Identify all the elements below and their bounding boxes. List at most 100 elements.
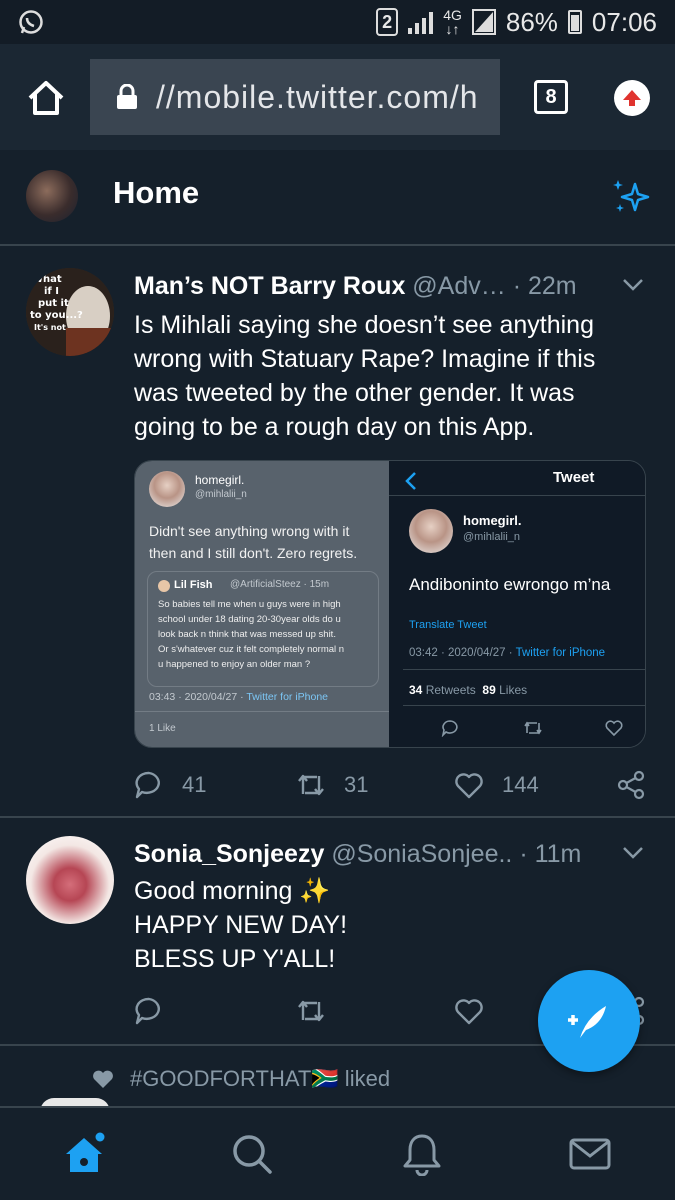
sim-indicator: 2 <box>376 8 399 36</box>
quote-handle: @ArtificialSteez · 15m <box>230 579 330 590</box>
user-handle[interactable]: @Adv… <box>412 272 505 300</box>
retweet-button[interactable] <box>296 996 326 1026</box>
tweet-avatar[interactable] <box>26 836 114 924</box>
home-icon[interactable] <box>62 1132 106 1176</box>
heart-icon <box>93 1070 113 1088</box>
signal-box-icon <box>471 9 496 35</box>
address-bar[interactable]: //mobile.twitter.com/h <box>90 59 500 135</box>
upload-icon[interactable] <box>614 80 650 116</box>
display-name[interactable]: Sonia_Sonjeezy <box>134 840 324 868</box>
avatar-text: What <box>32 274 62 285</box>
search-icon[interactable] <box>230 1132 274 1176</box>
quote-name: Lil Fish <box>174 579 213 591</box>
battery-percent: 86% <box>505 6 558 37</box>
status-bar: 2 4G ↓↑ 86% 07:06 <box>0 0 675 44</box>
embedded-quote: Lil Fish @ArtificialSteez · 15m So babie… <box>147 571 379 687</box>
social-context: #GOODFORTHAT🇿🇦 liked <box>92 1066 390 1092</box>
embedded-text: Andiboninto ewrongo m’na <box>409 575 611 594</box>
retweet-icon <box>524 721 542 735</box>
profile-avatar[interactable] <box>26 170 78 222</box>
embedded-timestamp: 03:42 · 2020/04/27 · Twitter for iPhone <box>409 647 606 659</box>
embedded-timestamp: 03:43 · 2020/04/27 · Twitter for iPhone <box>149 691 329 703</box>
translate-link: Translate Tweet <box>409 619 487 631</box>
retweet-icon <box>298 774 324 796</box>
quote-line: So babies tell me when u guys were in hi… <box>158 599 341 610</box>
quote-line: u happened to enjoy an older man ? <box>158 659 311 670</box>
embedded-text: Didn't see anything wrong with it <box>149 523 350 539</box>
tabs-button[interactable]: 8 <box>534 80 568 114</box>
back-arrow-icon <box>405 472 416 490</box>
page-title: Home <box>113 175 200 210</box>
network-type: 4G ↓↑ <box>443 7 462 37</box>
share-icon <box>617 770 645 800</box>
embedded-avatar <box>409 509 453 553</box>
clock: 07:06 <box>591 6 657 37</box>
quote-line: look back n think that was messed up shi… <box>158 629 336 640</box>
tweet-line: HAPPY NEW DAY! <box>134 911 348 939</box>
chevron-down-icon[interactable] <box>622 278 644 292</box>
whatsapp-icon <box>19 10 43 34</box>
retweet-icon <box>298 1000 324 1022</box>
reply-icon <box>441 720 458 737</box>
divider <box>403 705 645 706</box>
embedded-text: then and I still don't. Zero regrets. <box>149 545 358 561</box>
tweet-line: BLESS UP Y'ALL! <box>134 945 336 973</box>
share-button[interactable] <box>616 770 646 800</box>
tweet-time: · 22m <box>512 272 577 300</box>
embedded-name: homegirl. <box>195 473 245 487</box>
reply-icon <box>135 997 160 1025</box>
bell-icon[interactable] <box>400 1132 444 1176</box>
divider <box>389 495 645 496</box>
liked-text: #GOODFORTHAT🇿🇦 liked <box>130 1066 391 1091</box>
retweet-button[interactable]: 31 <box>296 770 368 800</box>
divider <box>403 669 645 670</box>
bottom-navigation <box>0 1106 675 1200</box>
tweet[interactable]: What if I put it to you...? It's not Man… <box>0 250 675 818</box>
quote-line: Or s'whatever cuz it felt completely nor… <box>158 644 345 655</box>
retweet-count: 31 <box>344 772 369 797</box>
url-text: //mobile.twitter.com/h <box>156 78 479 115</box>
like-icon <box>605 720 623 737</box>
like-button[interactable] <box>454 996 484 1026</box>
screen-title: Tweet <box>553 469 595 486</box>
embedded-avatar <box>149 471 185 507</box>
lock-icon <box>117 84 137 109</box>
screenshot-left: homegirl. @mihlalii_n Didn't see anythin… <box>135 461 389 747</box>
quote-line: school under 18 dating 20-30year olds do… <box>158 614 341 625</box>
tweet-header: Sonia_Sonjeezy @SoniaSonjee.. · 11m <box>134 840 581 869</box>
tweet-media[interactable]: homegirl. @mihlalii_n Didn't see anythin… <box>134 460 646 748</box>
mail-icon[interactable] <box>568 1132 612 1176</box>
sparkle-icon[interactable] <box>610 176 652 218</box>
screenshot-right: Tweet homegirl. @mihlalii_n Andiboninto … <box>389 461 645 747</box>
signal-icon <box>408 10 434 34</box>
chevron-down-icon[interactable] <box>622 846 644 860</box>
tweet-actions: 41 31 144 <box>134 770 646 800</box>
quote-avatar <box>158 580 170 592</box>
timeline-header: Home <box>0 150 675 246</box>
tweet-header: Man’s NOT Barry Roux @Adv… · 22m <box>134 272 577 301</box>
tweet-line: Good morning ✨ <box>134 877 331 905</box>
reply-button[interactable]: 41 <box>134 770 206 800</box>
like-icon <box>455 773 483 799</box>
reply-count: 41 <box>182 772 207 797</box>
embedded-handle: @mihlalii_n <box>195 489 247 500</box>
browser-toolbar: //mobile.twitter.com/h 8 <box>0 44 675 150</box>
avatar-text: to you...? <box>30 310 83 321</box>
compose-icon <box>568 1006 606 1038</box>
like-button[interactable]: 144 <box>454 770 539 800</box>
tweet-avatar[interactable]: What if I put it to you...? It's not <box>26 268 114 356</box>
compose-button[interactable] <box>538 970 640 1072</box>
reply-icon <box>135 771 160 799</box>
like-icon <box>455 999 483 1025</box>
embedded-likes: 1 Like <box>149 723 176 734</box>
avatar-text: if I <box>44 286 59 297</box>
display-name[interactable]: Man’s NOT Barry Roux <box>134 272 412 300</box>
user-handle[interactable]: @SoniaSonjee.. <box>331 840 512 868</box>
embedded-name: homegirl. <box>463 513 522 528</box>
reply-button[interactable] <box>134 996 164 1026</box>
avatar-text: put it <box>38 298 69 309</box>
home-icon[interactable] <box>26 78 66 118</box>
battery-icon <box>567 10 582 34</box>
tweet-time: · 11m <box>519 840 582 868</box>
divider <box>135 711 389 712</box>
